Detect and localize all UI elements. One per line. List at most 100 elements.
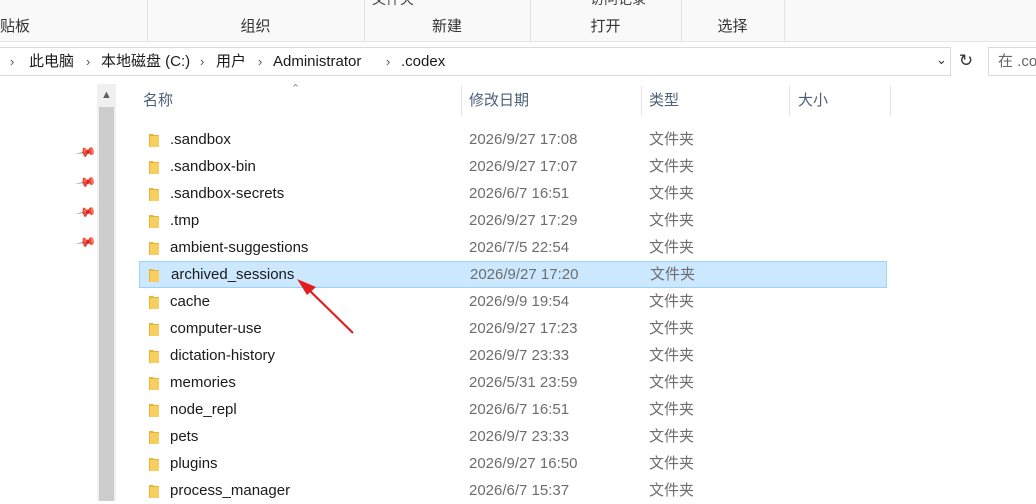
file-row[interactable]: .sandbox-bin 2026/9/27 17:07 文件夹	[139, 153, 887, 180]
file-name: computer-use	[170, 320, 262, 337]
file-modified-date: 2026/9/27 17:07	[469, 158, 578, 175]
folder-icon	[149, 242, 159, 255]
file-name: .sandbox-bin	[170, 158, 256, 175]
file-name: plugins	[170, 455, 218, 472]
file-row[interactable]: pets 2026/9/7 23:33 文件夹	[139, 423, 887, 450]
column-header-date[interactable]: 修改日期	[469, 86, 529, 116]
folder-icon	[149, 215, 159, 228]
file-name: cache	[170, 293, 211, 310]
file-modified-date: 2026/9/27 17:20	[470, 266, 579, 283]
column-header-name[interactable]: 名称	[143, 86, 173, 116]
file-row[interactable]: node_repl 2026/6/7 16:51 文件夹	[139, 396, 887, 423]
file-row[interactable]: computer-use 2026/9/27 17:23 文件夹	[139, 315, 887, 342]
file-type: 文件夹	[649, 455, 695, 472]
file-modified-date: 2026/6/7 16:51	[469, 401, 570, 418]
folder-icon	[149, 134, 159, 147]
ribbon-group-organize[interactable]: 组织	[147, 0, 365, 41]
file-modified-date: 2026/7/5 22:54	[469, 239, 570, 256]
file-type: 文件夹	[649, 428, 695, 445]
file-row[interactable]: .tmp 2026/9/27 17:29 文件夹	[139, 207, 887, 234]
ribbon-group-select[interactable]: 选择	[681, 0, 785, 41]
pin-icon: 📌	[75, 141, 98, 164]
folder-icon	[149, 188, 159, 201]
file-modified-date: 2026/9/7 23:33	[469, 347, 570, 364]
file-name: pets	[170, 428, 199, 445]
file-name: archived_sessions	[171, 266, 295, 283]
file-name: .sandbox	[170, 131, 231, 148]
ribbon-group-label: 新建	[431, 18, 462, 35]
column-divider[interactable]	[789, 86, 790, 116]
chevron-right-icon[interactable]: ›	[86, 48, 90, 75]
folder-icon	[149, 323, 159, 336]
file-name: ambient-suggestions	[170, 239, 309, 256]
file-row[interactable]: dictation-history 2026/9/7 23:33 文件夹	[139, 342, 887, 369]
folder-icon	[149, 485, 159, 498]
file-modified-date: 2026/6/7 16:51	[469, 185, 570, 202]
column-divider[interactable]	[461, 86, 462, 116]
file-type: 文件夹	[649, 185, 695, 202]
file-row[interactable]: ambient-suggestions 2026/7/5 22:54 文件夹	[139, 234, 887, 261]
column-header-type[interactable]: 类型	[649, 86, 679, 116]
folder-icon	[149, 269, 159, 282]
file-row[interactable]: plugins 2026/9/27 16:50 文件夹	[139, 450, 887, 477]
folder-icon	[149, 161, 159, 174]
search-input[interactable]: 在 .co	[988, 47, 1036, 76]
breadcrumb-users[interactable]: 用户	[216, 48, 246, 75]
file-row[interactable]: memories 2026/5/31 23:59 文件夹	[139, 369, 887, 396]
file-type: 文件夹	[649, 347, 695, 364]
file-modified-date: 2026/6/7 15:37	[469, 482, 570, 499]
folder-icon	[149, 377, 159, 390]
pin-icon: 📌	[75, 171, 98, 194]
file-type: 文件夹	[649, 212, 695, 229]
refresh-icon[interactable]: ↻	[956, 50, 976, 72]
scrollbar-thumb[interactable]	[99, 107, 114, 501]
ribbon-group-clipboard[interactable]: 贴板	[0, 0, 148, 41]
breadcrumb-administrator[interactable]: Administrator	[273, 48, 361, 75]
new-folder-label-partial: 文件夹	[372, 0, 414, 9]
file-modified-date: 2026/9/7 23:33	[469, 428, 570, 445]
folder-icon	[149, 431, 159, 444]
ribbon-group-open[interactable]: 访问记录 打开	[530, 0, 682, 41]
chevron-right-icon[interactable]: ›	[258, 48, 262, 75]
file-name: dictation-history	[170, 347, 276, 364]
file-name: node_repl	[170, 401, 237, 418]
file-modified-date: 2026/9/27 17:08	[469, 131, 578, 148]
file-type: 文件夹	[650, 266, 696, 283]
file-name: memories	[170, 374, 236, 391]
breadcrumb-this-pc[interactable]: 此电脑	[29, 48, 74, 75]
file-row[interactable]: .sandbox 2026/9/27 17:08 文件夹	[139, 126, 887, 153]
chevron-right-icon[interactable]: ›	[200, 48, 204, 75]
address-dropdown-icon[interactable]: ⌄	[936, 52, 947, 68]
file-modified-date: 2026/9/27 16:50	[469, 455, 578, 472]
address-bar[interactable]: › 此电脑 › 本地磁盘 (C:) › 用户 › Administrator ›…	[0, 47, 951, 76]
column-header-size[interactable]: 大小	[798, 86, 828, 116]
file-row[interactable]: archived_sessions 2026/9/27 17:20 文件夹	[139, 261, 887, 288]
file-row[interactable]: .sandbox-secrets 2026/6/7 16:51 文件夹	[139, 180, 887, 207]
navigation-scrollbar[interactable]: ▲	[97, 84, 116, 501]
scroll-up-icon[interactable]: ▲	[97, 84, 116, 104]
column-divider[interactable]	[641, 86, 642, 116]
file-row[interactable]: cache 2026/9/9 19:54 文件夹	[139, 288, 887, 315]
chevron-right-icon[interactable]: ›	[386, 48, 390, 75]
pin-icon: 📌	[75, 201, 98, 224]
file-row[interactable]: process_manager 2026/6/7 15:37 文件夹	[139, 477, 887, 504]
file-type: 文件夹	[649, 374, 695, 391]
file-type: 文件夹	[649, 401, 695, 418]
file-name: .tmp	[170, 212, 200, 229]
file-modified-date: 2026/5/31 23:59	[469, 374, 578, 391]
file-modified-date: 2026/9/9 19:54	[469, 293, 570, 310]
file-type: 文件夹	[649, 293, 695, 310]
column-divider[interactable]	[890, 86, 891, 116]
breadcrumb-local-disk[interactable]: 本地磁盘 (C:)	[101, 48, 190, 75]
chevron-right-icon[interactable]: ›	[10, 48, 14, 75]
file-type: 文件夹	[649, 158, 695, 175]
ribbon-group-new[interactable]: 文件夹 新建	[364, 0, 531, 41]
ribbon: 贴板 组织 文件夹 新建 访问记录 打开 选择	[0, 0, 1036, 42]
breadcrumb-codex[interactable]: .codex	[401, 48, 445, 75]
file-type: 文件夹	[649, 131, 695, 148]
folder-icon	[149, 458, 159, 471]
file-modified-date: 2026/9/27 17:29	[469, 212, 578, 229]
pin-icon: 📌	[75, 231, 98, 254]
file-type: 文件夹	[649, 482, 695, 499]
ribbon-group-label: 贴板	[0, 18, 31, 35]
